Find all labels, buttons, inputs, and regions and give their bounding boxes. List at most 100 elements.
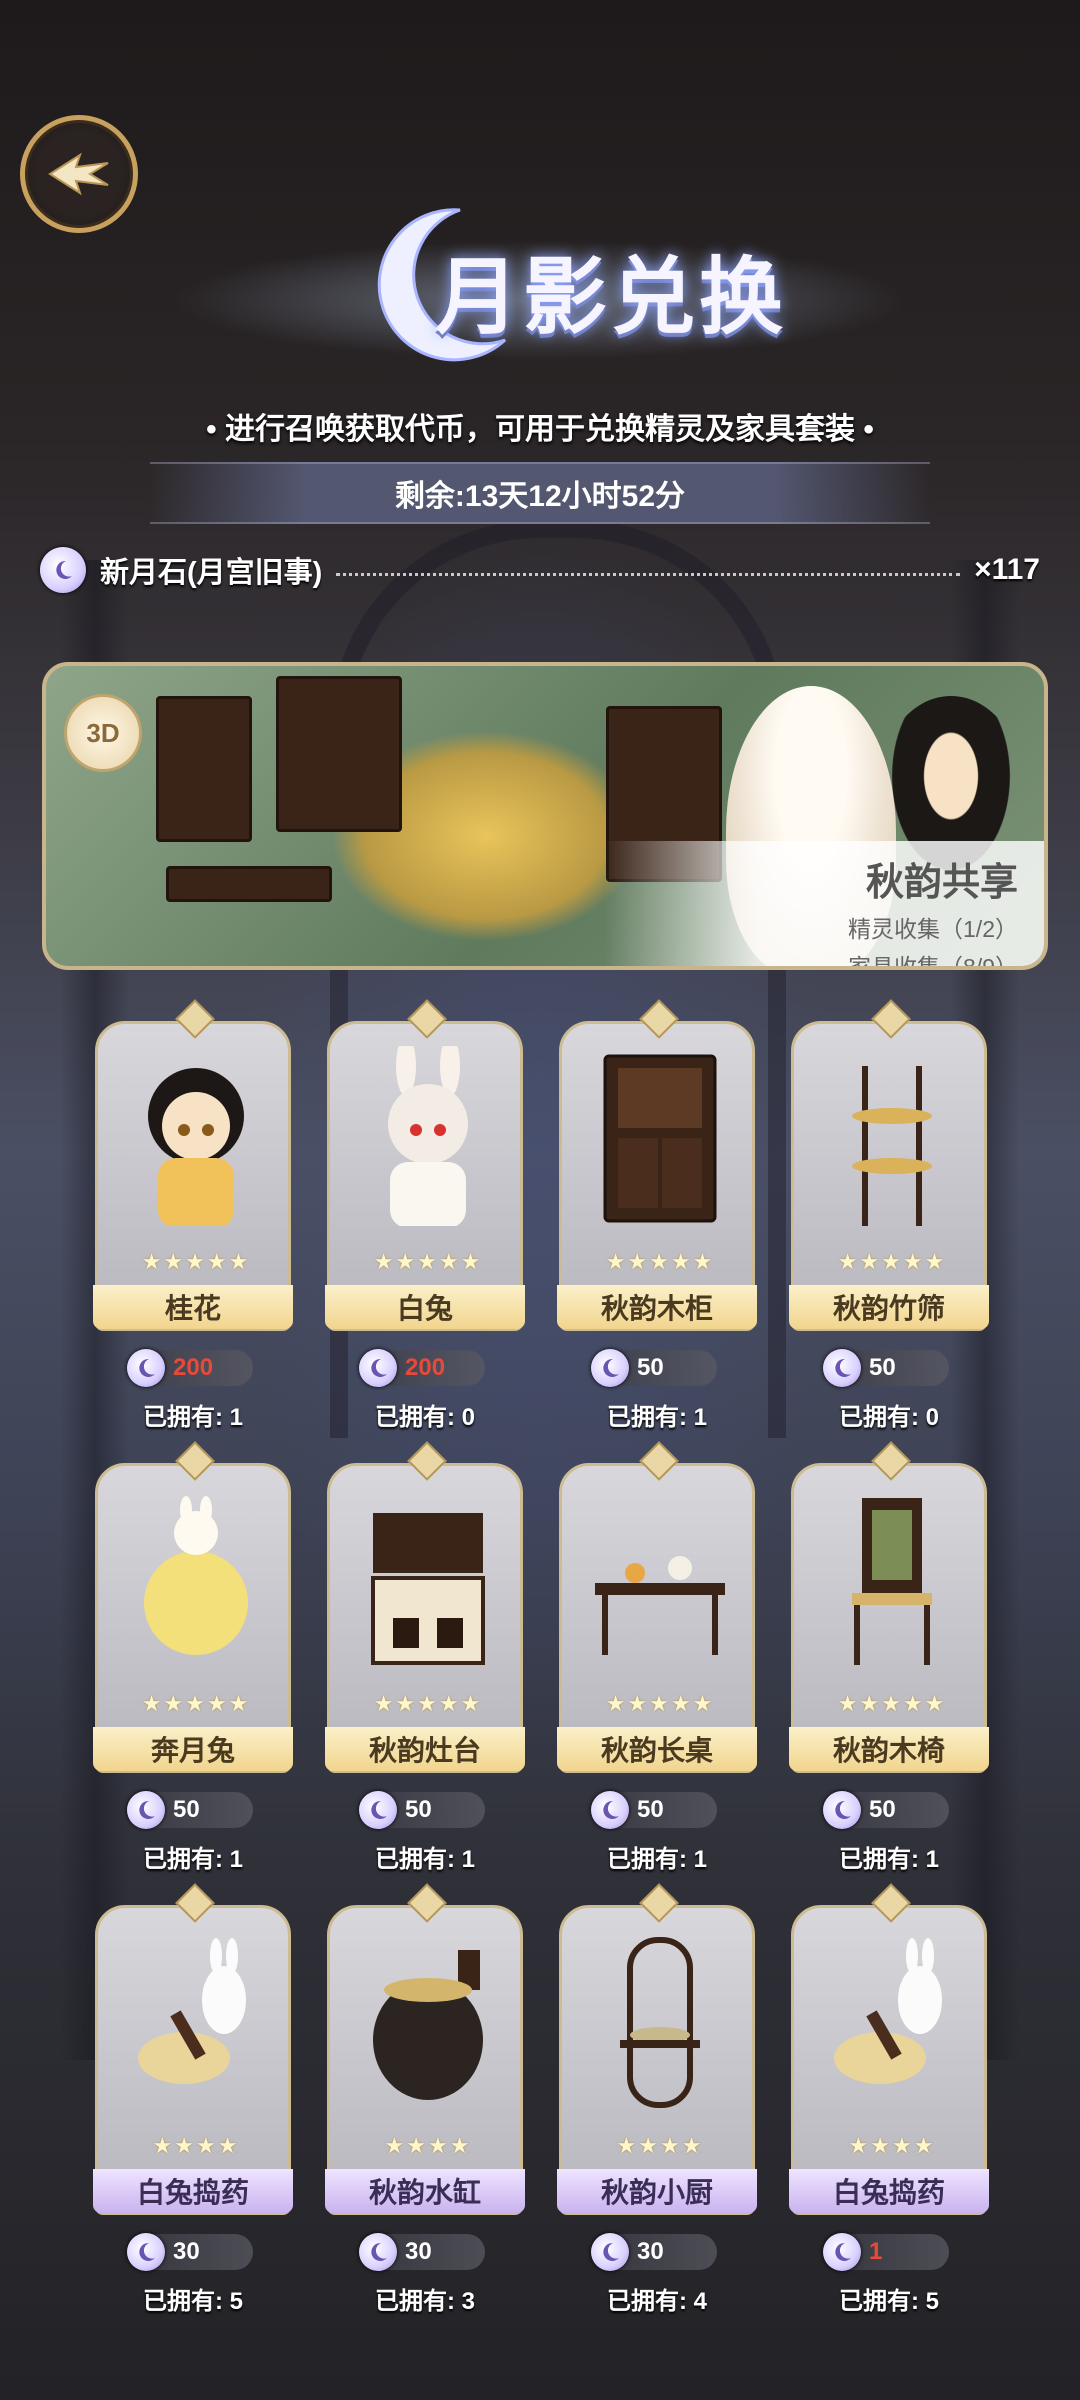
currency-name: 新月石(月宫旧事)	[100, 557, 323, 589]
owned-count: 已拥有: 1	[606, 1846, 707, 1873]
back-arrow-icon	[48, 152, 109, 196]
item-price[interactable]: 50	[591, 1349, 717, 1387]
item-artwork	[148, 1068, 244, 1226]
owned-count: 已拥有: 1	[838, 1846, 939, 1873]
item-price[interactable]: 50	[823, 1349, 949, 1387]
price-value: 30	[405, 2238, 432, 2265]
moonstone-icon	[127, 2233, 165, 2271]
spirit-collection: 精灵收集（1/2）	[848, 916, 1018, 942]
event-description: • 进行召唤获取代币，可用于兑换精灵及家具套装 •	[206, 413, 874, 446]
item-name: 白兔捣药	[789, 2169, 989, 2213]
item-artwork	[603, 1054, 717, 1223]
banner-furniture	[166, 866, 332, 902]
item-name: 桂花	[93, 1285, 293, 1329]
item-stars: ★★★★	[384, 2133, 472, 2158]
item-price[interactable]: 50	[591, 1791, 717, 1829]
item-name: 秋韵水缸	[325, 2169, 525, 2213]
price-value: 30	[637, 2238, 664, 2265]
item-stars: ★★★★★	[605, 1249, 715, 1274]
owned-count: 已拥有: 3	[374, 2288, 475, 2315]
moonstone-icon	[359, 1349, 397, 1387]
item-price[interactable]: 30	[359, 2233, 485, 2271]
item-price[interactable]: 30	[127, 2233, 253, 2271]
moonstone-icon	[591, 2233, 629, 2271]
item-price[interactable]: 200	[127, 1349, 253, 1387]
back-button[interactable]	[20, 115, 138, 233]
item-artwork	[373, 1950, 483, 2100]
item-price[interactable]: 1	[823, 2233, 949, 2271]
item-artwork	[138, 1938, 246, 2084]
item-price[interactable]: 50	[823, 1791, 949, 1829]
moonstone-icon	[591, 1349, 629, 1387]
item-stars: ★★★★	[616, 2133, 704, 2158]
item-artwork	[595, 1556, 725, 1655]
price-value: 50	[173, 1796, 200, 1823]
item-name: 秋韵小厨	[557, 2169, 757, 2213]
page-title: 月影兑换	[435, 247, 788, 346]
item-artwork	[388, 1046, 468, 1226]
item-stars: ★★★★★	[605, 1691, 715, 1716]
owned-count: 已拥有: 0	[838, 1404, 939, 1431]
moonstone-icon	[823, 1791, 861, 1829]
price-value: 200	[173, 1354, 214, 1381]
countdown-timer: 剩余:13天12小时52分	[150, 462, 930, 524]
price-value: 30	[173, 2238, 200, 2265]
title-logo: 月影兑换	[170, 200, 910, 390]
item-price[interactable]: 50	[127, 1791, 253, 1829]
owned-count: 已拥有: 5	[142, 2288, 243, 2315]
item-price[interactable]: 50	[359, 1791, 485, 1829]
moonstone-icon	[127, 1791, 165, 1829]
set-banner[interactable]: 3D 秋韵共享 精灵收集（1/2） 家具收集（8/9）	[42, 662, 1048, 970]
currency-row: 新月石(月宫旧事) ×117	[40, 545, 1040, 595]
price-value: 50	[869, 1354, 896, 1381]
3d-view-button[interactable]: 3D	[64, 694, 142, 772]
moonstone-icon	[359, 2233, 397, 2271]
item-stars: ★★★★	[152, 2133, 240, 2158]
item-stars: ★★★★★	[837, 1691, 947, 1716]
price-value: 50	[869, 1796, 896, 1823]
banner-info: 秋韵共享 精灵收集（1/2） 家具收集（8/9）	[604, 841, 1044, 966]
moonstone-icon	[591, 1791, 629, 1829]
owned-count: 已拥有: 5	[838, 2288, 939, 2315]
owned-count: 已拥有: 1	[374, 1846, 475, 1873]
item-name: 秋韵长桌	[557, 1727, 757, 1771]
item-stars: ★★★★	[848, 2133, 936, 2158]
item-stars: ★★★★★	[373, 1691, 483, 1716]
owned-count: 已拥有: 0	[374, 1404, 475, 1431]
item-artwork	[852, 1066, 932, 1226]
moonstone-icon	[359, 1791, 397, 1829]
banner-furniture	[276, 676, 402, 832]
banner-title: 秋韵共享	[865, 859, 1018, 904]
moonstone-icon	[40, 547, 86, 593]
item-artwork	[852, 1498, 932, 1665]
moonstone-icon	[823, 1349, 861, 1387]
item-artwork	[620, 1937, 700, 2108]
item-stars: ★★★★★	[373, 1249, 483, 1274]
item-stars: ★★★★★	[141, 1249, 251, 1274]
item-name: 秋韵灶台	[325, 1727, 525, 1771]
owned-count: 已拥有: 4	[606, 2288, 707, 2315]
owned-count: 已拥有: 1	[142, 1846, 243, 1873]
item-artwork	[371, 1513, 485, 1665]
item-name: 秋韵竹筛	[789, 1285, 989, 1329]
dotted-leader	[336, 572, 961, 576]
moonstone-icon	[823, 2233, 861, 2271]
price-value: 1	[869, 2238, 883, 2265]
item-name: 白兔捣药	[93, 2169, 293, 2213]
moonstone-icon	[127, 1349, 165, 1387]
item-stars: ★★★★★	[141, 1691, 251, 1716]
currency-amount: ×117	[974, 553, 1040, 586]
item-artwork	[834, 1938, 942, 2084]
price-value: 50	[637, 1354, 664, 1381]
item-price[interactable]: 30	[591, 2233, 717, 2271]
furniture-collection: 家具收集（8/9）	[848, 954, 1018, 970]
banner-furniture	[156, 696, 252, 842]
item-stars: ★★★★★	[837, 1249, 947, 1274]
item-price[interactable]: 200	[359, 1349, 485, 1387]
price-value: 50	[405, 1796, 432, 1823]
item-artwork	[144, 1496, 248, 1655]
owned-count: 已拥有: 1	[606, 1404, 707, 1431]
item-name: 奔月兔	[93, 1727, 293, 1771]
price-value: 200	[405, 1354, 446, 1381]
owned-count: 已拥有: 1	[142, 1404, 243, 1431]
